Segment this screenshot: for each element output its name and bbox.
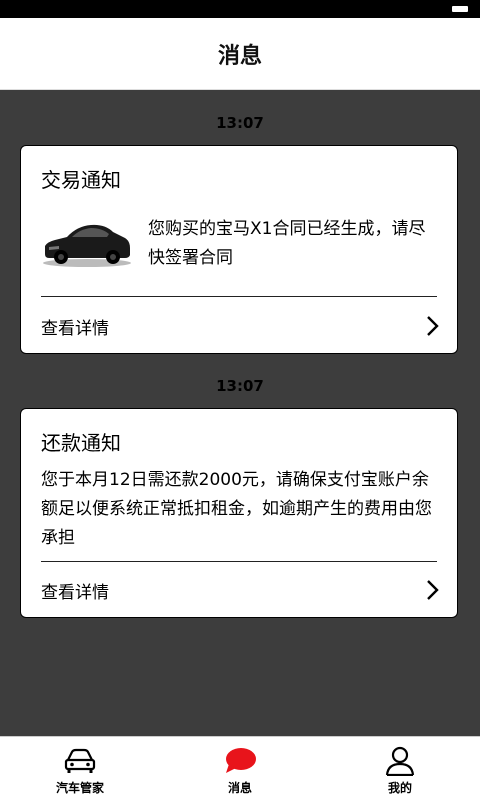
message-title: 还款通知: [41, 431, 121, 455]
chat-bubble-icon: [226, 748, 256, 773]
message-list[interactable]: 13:07 交易通知 您购买的宝马X1合同已经生成，请尽快签署合同 查看详情 1…: [0, 90, 480, 736]
battery-icon: [452, 6, 468, 12]
status-bar: [0, 0, 480, 18]
tab-label: 汽车管家: [55, 781, 104, 795]
bottom-tab-bar: 汽车管家 消息 我的: [0, 736, 480, 801]
message-card-transaction: 交易通知 您购买的宝马X1合同已经生成，请尽快签署合同 查看详情: [20, 145, 458, 354]
page-title: 消息: [217, 43, 262, 69]
message-body: 您购买的宝马X1合同已经生成，请尽快签署合同: [148, 219, 426, 268]
chevron-right-icon: [427, 316, 439, 336]
view-details-link[interactable]: 查看详情: [41, 311, 441, 341]
page-header: 消息: [0, 18, 480, 90]
tab-label: 我的: [387, 781, 412, 795]
tab-car-butler[interactable]: 汽车管家: [20, 737, 140, 801]
car-thumbnail: [41, 218, 133, 268]
divider: [41, 296, 437, 297]
tab-label: 消息: [227, 781, 252, 795]
car-icon: [64, 748, 96, 773]
person-icon: [385, 746, 415, 776]
message-body: 您于本月12日需还款2000元，请确保支付宝账户余额足以便系统正常抵扣租金，如逾…: [41, 470, 432, 548]
view-details-label: 查看详情: [41, 318, 109, 339]
tab-messages[interactable]: 消息: [180, 737, 300, 801]
message-timestamp: 13:07: [216, 114, 264, 132]
view-details-label: 查看详情: [41, 582, 109, 603]
divider: [41, 561, 437, 562]
message-card-repayment: 还款通知 您于本月12日需还款2000元，请确保支付宝账户余额足以便系统正常抵扣…: [20, 408, 458, 618]
chevron-right-icon: [427, 580, 439, 600]
tab-profile[interactable]: 我的: [340, 737, 460, 801]
message-timestamp: 13:07: [216, 377, 264, 395]
view-details-link[interactable]: 查看详情: [41, 575, 441, 605]
message-title: 交易通知: [41, 168, 121, 192]
